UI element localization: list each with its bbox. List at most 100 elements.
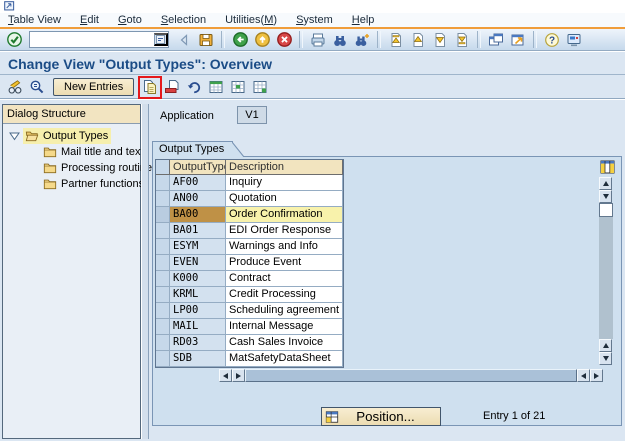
output-type-cell[interactable]: K000 bbox=[170, 271, 226, 287]
position-button-label: Position... bbox=[356, 409, 415, 424]
menu-edit[interactable]: Edit bbox=[80, 14, 99, 26]
print-icon[interactable] bbox=[308, 30, 328, 49]
output-type-cell[interactable]: SDB bbox=[170, 351, 226, 367]
enter-icon[interactable] bbox=[4, 30, 24, 49]
save-icon[interactable] bbox=[196, 30, 216, 49]
shortcut-icon[interactable] bbox=[508, 30, 528, 49]
row-select-cell[interactable] bbox=[156, 175, 170, 191]
scroll-right-icon[interactable] bbox=[590, 369, 603, 382]
page-down-icon[interactable] bbox=[430, 30, 450, 49]
scroll-right-icon[interactable] bbox=[232, 369, 245, 382]
select-all-icon[interactable] bbox=[206, 78, 226, 97]
row-select-cell[interactable] bbox=[156, 207, 170, 223]
back-triangle-icon[interactable] bbox=[174, 30, 194, 49]
vertical-scrollbar-trough[interactable] bbox=[599, 217, 613, 339]
page-up-icon[interactable] bbox=[408, 30, 428, 49]
output-type-cell[interactable]: RD03 bbox=[170, 335, 226, 351]
menu-utilities-m[interactable]: Utilities(M) bbox=[225, 14, 277, 26]
find-next-icon[interactable] bbox=[352, 30, 372, 49]
menu-help[interactable]: Help bbox=[352, 14, 375, 26]
menu-table-view[interactable]: Table View bbox=[8, 14, 61, 26]
description-cell[interactable]: Cash Sales Invoice bbox=[226, 335, 343, 351]
select-block-icon[interactable] bbox=[228, 78, 248, 97]
select-all-column-header[interactable] bbox=[156, 160, 170, 175]
row-select-cell[interactable] bbox=[156, 287, 170, 303]
description-cell[interactable]: MatSafetyDataSheet bbox=[226, 351, 343, 367]
column-header-outputtype[interactable]: OutputType bbox=[170, 160, 226, 175]
undo-icon[interactable] bbox=[184, 78, 204, 97]
description-cell[interactable]: Warnings and Info bbox=[226, 239, 343, 255]
output-type-cell[interactable]: KRML bbox=[170, 287, 226, 303]
output-type-cell[interactable]: LP00 bbox=[170, 303, 226, 319]
scroll-left-icon[interactable] bbox=[219, 369, 232, 382]
description-cell[interactable]: Scheduling agreement bbox=[226, 303, 343, 319]
command-input[interactable] bbox=[30, 33, 154, 46]
output-type-cell[interactable]: AF00 bbox=[170, 175, 226, 191]
output-type-cell[interactable]: BA01 bbox=[170, 223, 226, 239]
menu-selection[interactable]: Selection bbox=[161, 14, 206, 26]
deselect-all-icon[interactable] bbox=[250, 78, 270, 97]
horizontal-scrollbar-thumb[interactable] bbox=[245, 369, 577, 382]
overview-icon[interactable] bbox=[27, 78, 47, 97]
application-value-field[interactable]: V1 bbox=[237, 106, 267, 124]
position-button[interactable]: Position... bbox=[321, 407, 441, 426]
menu-system[interactable]: System bbox=[296, 14, 333, 26]
vertical-scrollbar-thumb[interactable] bbox=[599, 203, 613, 217]
customize-icon[interactable] bbox=[564, 30, 584, 49]
tree-item-output-types[interactable]: Output Types bbox=[3, 128, 140, 144]
output-type-cell[interactable]: BA00 bbox=[170, 207, 226, 223]
row-select-cell[interactable] bbox=[156, 239, 170, 255]
table-row: LP00 Scheduling agreement bbox=[156, 303, 343, 319]
description-cell[interactable]: EDI Order Response bbox=[226, 223, 343, 239]
output-type-cell[interactable]: ESYM bbox=[170, 239, 226, 255]
row-select-cell[interactable] bbox=[156, 255, 170, 271]
scroll-left-icon[interactable] bbox=[577, 369, 590, 382]
copy-icon[interactable] bbox=[138, 75, 163, 99]
help-icon[interactable]: ? bbox=[542, 30, 562, 49]
row-select-cell[interactable] bbox=[156, 271, 170, 287]
row-select-cell[interactable] bbox=[156, 319, 170, 335]
description-cell[interactable]: Order Confirmation bbox=[226, 207, 343, 223]
new-session-icon[interactable] bbox=[486, 30, 506, 49]
table-settings-icon[interactable] bbox=[599, 159, 616, 175]
find-icon[interactable] bbox=[330, 30, 350, 49]
tree-item-processing-routine[interactable]: Processing routine: bbox=[3, 160, 155, 176]
back-icon[interactable] bbox=[230, 30, 250, 49]
tree-item-mail-title-and-texts[interactable]: Mail title and texts bbox=[3, 144, 149, 160]
description-cell[interactable]: Internal Message bbox=[226, 319, 343, 335]
description-cell[interactable]: Quotation bbox=[226, 191, 343, 207]
display-change-icon[interactable] bbox=[5, 78, 25, 97]
scroll-down-icon[interactable] bbox=[599, 352, 612, 365]
last-page-icon[interactable] bbox=[452, 30, 472, 49]
row-select-cell[interactable] bbox=[156, 191, 170, 207]
first-page-icon[interactable] bbox=[386, 30, 406, 49]
tree-item-partner-functions[interactable]: Partner functions bbox=[3, 176, 144, 192]
output-type-cell[interactable]: AN00 bbox=[170, 191, 226, 207]
output-type-cell[interactable]: MAIL bbox=[170, 319, 226, 335]
command-history-dropdown-icon[interactable] bbox=[154, 33, 168, 46]
row-select-cell[interactable] bbox=[156, 303, 170, 319]
cancel-icon[interactable] bbox=[274, 30, 294, 49]
dialog-structure-panel: Dialog Structure Output Types Mail title … bbox=[2, 104, 155, 439]
panel-splitter[interactable] bbox=[141, 104, 149, 439]
command-field[interactable] bbox=[29, 31, 169, 48]
delete-line-icon[interactable] bbox=[162, 78, 182, 97]
menu-goto[interactable]: Goto bbox=[118, 14, 142, 26]
output-type-cell[interactable]: EVEN bbox=[170, 255, 226, 271]
row-select-cell[interactable] bbox=[156, 223, 170, 239]
description-cell[interactable]: Credit Processing bbox=[226, 287, 343, 303]
groupbox-tab: Output Types bbox=[152, 141, 245, 157]
row-select-cell[interactable] bbox=[156, 351, 170, 367]
description-cell[interactable]: Inquiry bbox=[226, 175, 343, 191]
scroll-up-icon[interactable] bbox=[599, 177, 612, 190]
description-cell[interactable]: Produce Event bbox=[226, 255, 343, 271]
exit-icon[interactable] bbox=[252, 30, 272, 49]
scroll-up-icon[interactable] bbox=[599, 339, 612, 352]
new-entries-button[interactable]: New Entries bbox=[53, 78, 135, 96]
scroll-down-icon[interactable] bbox=[599, 190, 612, 203]
description-cell[interactable]: Contract bbox=[226, 271, 343, 287]
expander-open-icon[interactable] bbox=[9, 131, 21, 141]
row-select-cell[interactable] bbox=[156, 335, 170, 351]
column-header-description[interactable]: Description bbox=[226, 160, 343, 175]
table-row: AN00 Quotation bbox=[156, 191, 343, 207]
